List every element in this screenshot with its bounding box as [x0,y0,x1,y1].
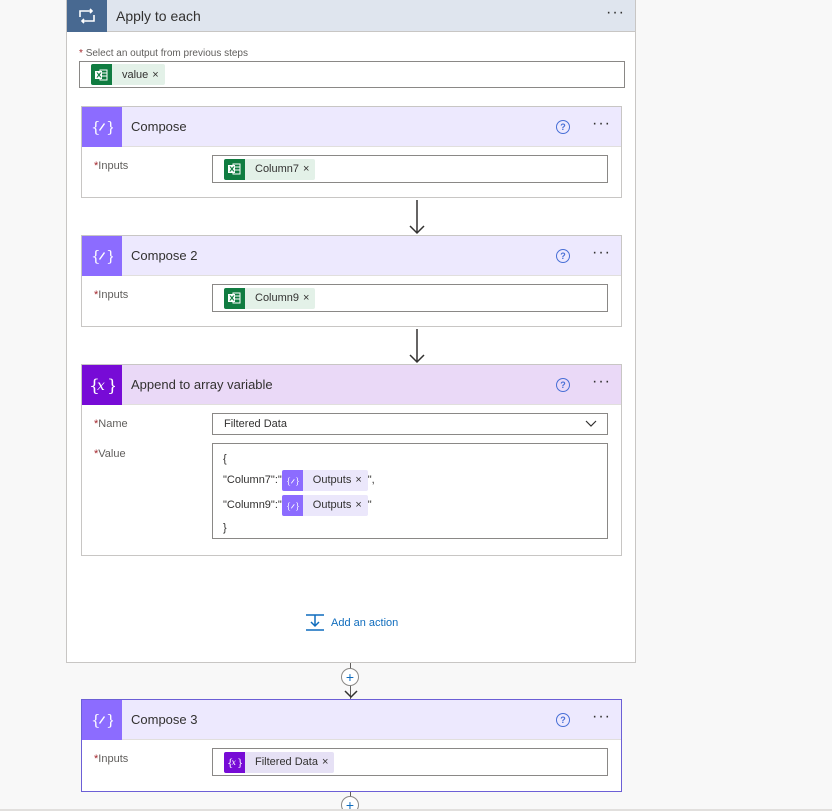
inputs-label: *Inputs [94,160,129,172]
value-line: } [223,521,227,534]
svg-text:}: } [106,118,113,136]
flow-arrow [409,200,425,235]
value-line: { [223,452,227,465]
loop-icon [67,0,107,32]
compose2-card-header[interactable]: {} Compose 2 ? ··· [82,235,621,276]
svg-text:X: X [96,71,102,79]
compose-icon: {} [82,235,122,276]
compose-more-button[interactable]: ··· [592,115,611,138]
remove-token-button[interactable]: × [322,756,334,768]
name-label: *Name [94,418,128,430]
apply-to-each-title: Apply to each [116,7,201,24]
add-action-icon [306,614,324,631]
excel-icon: X [91,64,112,85]
append-array-title: Append to array variable [131,377,273,392]
remove-token-button[interactable]: × [303,292,315,304]
add-action-button[interactable]: Add an action [305,614,398,632]
variable-icon: {x} [82,364,122,405]
token-label: Column9 [255,292,300,304]
token-label: Filtered Data [255,756,318,768]
select-output-label: * Select an output from previous steps [79,48,248,59]
svg-text:{: { [91,711,101,729]
compose-icon: {} [82,106,122,147]
svg-text:{: { [91,247,101,265]
svg-text:}: } [295,477,299,486]
help-icon[interactable]: ? [556,248,571,263]
svg-text:}: } [237,758,242,768]
inputs-label: *Inputs [94,753,129,765]
variable-name-dropdown[interactable]: Filtered Data [212,413,608,435]
column7-token: X Column7 × [224,158,316,180]
value-label: *Value [94,448,126,460]
svg-text:{: { [286,477,291,486]
compose2-card: {} Compose 2 ? ··· *Inputs X Column9 × [81,235,622,327]
excel-icon: X [224,287,245,309]
compose3-inputs-field[interactable]: {x} Filtered Data × [212,748,608,776]
svg-text:}: } [106,711,113,729]
inputs-label: *Inputs [94,289,129,301]
compose-card-header[interactable]: {} Compose ? ··· [82,106,621,147]
compose-title: Compose [131,119,187,134]
dropdown-selected-value: Filtered Data [224,418,287,430]
compose-icon: {} [281,470,303,491]
help-icon[interactable]: ? [556,119,571,134]
compose2-more-button[interactable]: ··· [592,244,611,267]
value-line: "Column9":" {} Outputs × " [223,493,607,518]
svg-text:{: { [91,118,101,136]
value-field[interactable]: { "Column7":" {} Outputs × ", "Column9":… [212,443,608,539]
compose3-more-button[interactable]: ··· [592,708,611,731]
help-icon[interactable]: ? [556,712,571,727]
compose2-title: Compose 2 [131,248,198,263]
select-output-input[interactable]: X value × [79,61,625,88]
outputs-token: {} Outputs × [281,493,368,518]
chevron-down-icon [585,418,597,430]
compose-inputs-field[interactable]: X Column7 × [212,155,608,183]
apply-to-each-header[interactable]: Apply to each ··· [67,0,635,32]
compose2-inputs-field[interactable]: X Column9 × [212,284,608,312]
compose3-card-header[interactable]: {} Compose 3 ? ··· [82,699,621,740]
svg-text:{: { [286,502,291,511]
flow-arrow [409,329,425,364]
token-label: Column7 [255,163,300,175]
svg-text:X: X [229,295,235,303]
svg-text:}: } [295,502,299,511]
remove-token-button[interactable]: × [303,163,315,175]
token-label: value [122,68,149,81]
remove-token-button[interactable]: × [355,468,367,493]
svg-text:x: x [232,758,237,767]
svg-text:X: X [229,166,235,174]
value-line: "Column7":" {} Outputs × ", [223,468,607,493]
insert-step-plus-button[interactable]: + [341,668,359,686]
compose-card: {} Compose ? ··· *Inputs X Column7 × [81,106,622,198]
excel-icon: X [224,158,245,180]
token-label: Outputs [312,499,352,511]
apply-to-each-more-button[interactable]: ··· [606,4,625,27]
append-array-more-button[interactable]: ··· [592,373,611,396]
append-array-card: {x} Append to array variable ? ··· *Name… [81,364,622,556]
remove-token-button[interactable]: × [152,69,164,81]
help-icon[interactable]: ? [556,377,571,392]
compose3-card: {} Compose 3 ? ··· *Inputs {x} Filtered … [81,699,622,792]
remove-token-button[interactable]: × [355,493,367,518]
value-token: X value × [91,64,165,85]
compose-icon: {} [281,495,303,516]
token-label: Outputs [312,474,352,486]
filtered-data-token: {x} Filtered Data × [224,751,335,773]
append-array-card-header[interactable]: {x} Append to array variable ? ··· [82,364,621,405]
add-action-label: Add an action [331,617,399,629]
svg-text:}: } [107,376,115,395]
compose3-title: Compose 3 [131,712,198,727]
svg-text:}: } [106,247,113,265]
column9-token: X Column9 × [224,287,316,309]
variable-icon: {x} [224,751,245,773]
outputs-token: {} Outputs × [281,468,368,493]
apply-to-each-container: Apply to each ··· * Select an output fro… [66,0,636,663]
compose-icon: {} [82,699,122,740]
svg-text:x: x [97,378,105,394]
